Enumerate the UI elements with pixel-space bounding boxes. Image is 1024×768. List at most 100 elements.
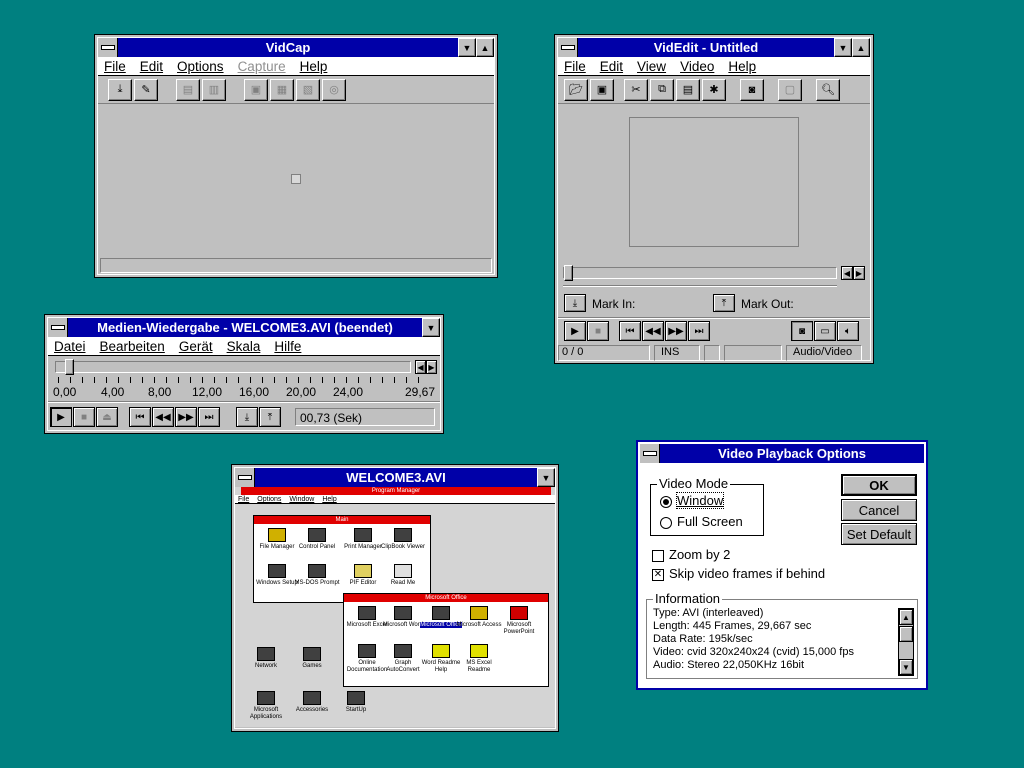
menu-skala[interactable]: Skala <box>227 339 261 354</box>
timeline-slider[interactable] <box>563 265 837 281</box>
system-menu-icon[interactable] <box>640 444 660 463</box>
paste-frame-icon[interactable]: ▥ <box>202 78 226 101</box>
minimize-button[interactable]: ▼ <box>834 38 852 57</box>
slider-thumb[interactable] <box>564 265 573 281</box>
media-player-titlebar[interactable]: Medien-Wiedergabe - WELCOME3.AVI (beende… <box>48 318 440 337</box>
copy-icon[interactable]: ⧉ <box>650 78 674 101</box>
video-playback-options-dialog[interactable]: Video Playback Options Video Mode Window… <box>636 440 928 690</box>
pm-menu-help: Help <box>322 496 337 503</box>
mark-out-button[interactable]: ⤒ <box>259 407 281 427</box>
minimize-button[interactable]: ▼ <box>537 468 555 487</box>
welcome-titlebar[interactable]: WELCOME3.AVI ▼ <box>235 468 555 487</box>
speaker-icon[interactable]: 🔈︎ <box>837 321 859 341</box>
media-player-window[interactable]: Medien-Wiedergabe - WELCOME3.AVI (beende… <box>44 314 444 434</box>
system-menu-icon[interactable] <box>235 468 255 487</box>
capture-video-icon[interactable]: ▧ <box>296 78 320 101</box>
home-button[interactable]: ⏮︎ <box>619 321 641 341</box>
previous-mark-button[interactable]: ⏮︎ <box>129 407 151 427</box>
full-screen-radio[interactable]: Full Screen <box>660 514 743 529</box>
menu-view[interactable]: View <box>637 59 666 74</box>
menu-hilfe[interactable]: Hilfe <box>274 339 301 354</box>
stop-button[interactable]: ■ <box>587 321 609 341</box>
mark-out-button[interactable]: ⤒ <box>713 294 735 312</box>
system-menu-icon[interactable] <box>98 38 118 57</box>
menu-options[interactable]: Options <box>177 59 224 74</box>
vidcap-titlebar[interactable]: VidCap ▼ ▲ <box>98 38 494 57</box>
frame-icon[interactable]: ▢ <box>778 78 802 101</box>
video-icon[interactable]: ▭ <box>814 321 836 341</box>
scroll-thumb[interactable] <box>899 626 913 642</box>
skip-frames-checkbox[interactable]: ✕ Skip video frames if behind <box>652 566 825 581</box>
play-button[interactable]: ▶ <box>564 321 586 341</box>
slider-thumb[interactable] <box>65 359 74 375</box>
ok-button[interactable]: OK <box>841 474 917 496</box>
menu-file[interactable]: File <box>564 59 586 74</box>
menu-video[interactable]: Video <box>680 59 714 74</box>
full-screen-radio-circle[interactable] <box>660 516 672 529</box>
mark-in-button[interactable]: ⤓ <box>236 407 258 427</box>
menu-capture[interactable]: Capture <box>238 59 286 74</box>
position-slider[interactable] <box>55 359 411 375</box>
scroll-right-button[interactable]: ▶ <box>426 360 437 374</box>
maximize-button[interactable]: ▲ <box>476 38 494 57</box>
capture-palette-icon[interactable]: ◎ <box>322 78 346 101</box>
scroll-left-button[interactable]: ◀ <box>415 360 426 374</box>
maximize-button[interactable]: ▲ <box>852 38 870 57</box>
play-button[interactable]: ▶ <box>50 407 72 427</box>
scroll-down-button[interactable]: ▼ <box>899 659 913 675</box>
cut-icon[interactable]: ✂ <box>624 78 648 101</box>
set-capture-file-icon[interactable]: ⤓ <box>108 78 132 101</box>
menu-file[interactable]: File <box>104 59 126 74</box>
videdit-window[interactable]: VidEdit - Untitled ▼ ▲ File Edit View Vi… <box>554 34 874 364</box>
end-button[interactable]: ⏭︎ <box>688 321 710 341</box>
stop-button[interactable]: ■ <box>73 407 95 427</box>
camera-icon[interactable]: ◙ <box>740 78 764 101</box>
menu-edit[interactable]: Edit <box>140 59 163 74</box>
menu-edit[interactable]: Edit <box>600 59 623 74</box>
videdit-titlebar[interactable]: VidEdit - Untitled ▼ ▲ <box>558 38 870 57</box>
scroll-up-button[interactable]: ▲ <box>899 609 913 625</box>
menu-datei[interactable]: Datei <box>54 339 86 354</box>
welcome-video-window[interactable]: WELCOME3.AVI ▼ Program Manager File Opti… <box>231 464 559 732</box>
eject-button[interactable]: ⏏︎ <box>96 407 118 427</box>
zoom-checkbox[interactable]: Zoom by 2 <box>652 547 730 562</box>
fast-forward-button[interactable]: ▶▶ <box>175 407 197 427</box>
scroll-left-button[interactable]: ◀ <box>841 266 853 280</box>
system-menu-icon[interactable] <box>558 38 578 57</box>
skip-frames-checkbox-box[interactable]: ✕ <box>652 568 664 581</box>
menu-geraet[interactable]: Gerät <box>179 339 213 354</box>
rewind-button[interactable]: ◀◀ <box>152 407 174 427</box>
minimize-button[interactable]: ▼ <box>422 318 440 337</box>
fast-forward-button[interactable]: ▶▶ <box>665 321 687 341</box>
zoom-icon[interactable]: 🔍︎ <box>816 78 840 101</box>
audio-video-icon[interactable]: ◙ <box>791 321 813 341</box>
mark-in-button[interactable]: ⤓ <box>564 294 586 312</box>
delete-icon[interactable]: ✱ <box>702 78 726 101</box>
dialog-title: Video Playback Options <box>718 446 866 461</box>
paste-icon[interactable]: ▤ <box>676 78 700 101</box>
copy-frame-icon[interactable]: ▤ <box>176 78 200 101</box>
set-default-button[interactable]: Set Default <box>841 523 917 545</box>
scale-label: 8,00 <box>148 385 172 399</box>
vidcap-window[interactable]: VidCap ▼ ▲ File Edit Options Capture Hel… <box>94 34 498 278</box>
save-icon[interactable]: ▣ <box>590 78 614 101</box>
window-radio-circle[interactable] <box>660 495 672 508</box>
open-icon[interactable]: 📂︎ <box>564 78 588 101</box>
minimize-button[interactable]: ▼ <box>458 38 476 57</box>
menu-help[interactable]: Help <box>300 59 328 74</box>
scroll-right-button[interactable]: ▶ <box>853 266 865 280</box>
rewind-button[interactable]: ◀◀ <box>642 321 664 341</box>
pm-menu: File Options Window Help <box>235 495 555 504</box>
zoom-checkbox-box[interactable] <box>652 549 664 562</box>
window-radio[interactable]: Window <box>660 492 725 509</box>
system-menu-icon[interactable] <box>48 318 68 337</box>
dialog-titlebar[interactable]: Video Playback Options <box>640 444 924 463</box>
edit-icon[interactable]: ✎ <box>134 78 158 101</box>
cancel-button[interactable]: Cancel <box>841 499 917 521</box>
menu-bearbeiten[interactable]: Bearbeiten <box>100 339 165 354</box>
info-scrollbar[interactable]: ▲ ▼ <box>898 608 914 676</box>
menu-help[interactable]: Help <box>728 59 756 74</box>
capture-frame-icon[interactable]: ▣ <box>244 78 268 101</box>
next-mark-button[interactable]: ⏭︎ <box>198 407 220 427</box>
capture-frames-icon[interactable]: ▦ <box>270 78 294 101</box>
